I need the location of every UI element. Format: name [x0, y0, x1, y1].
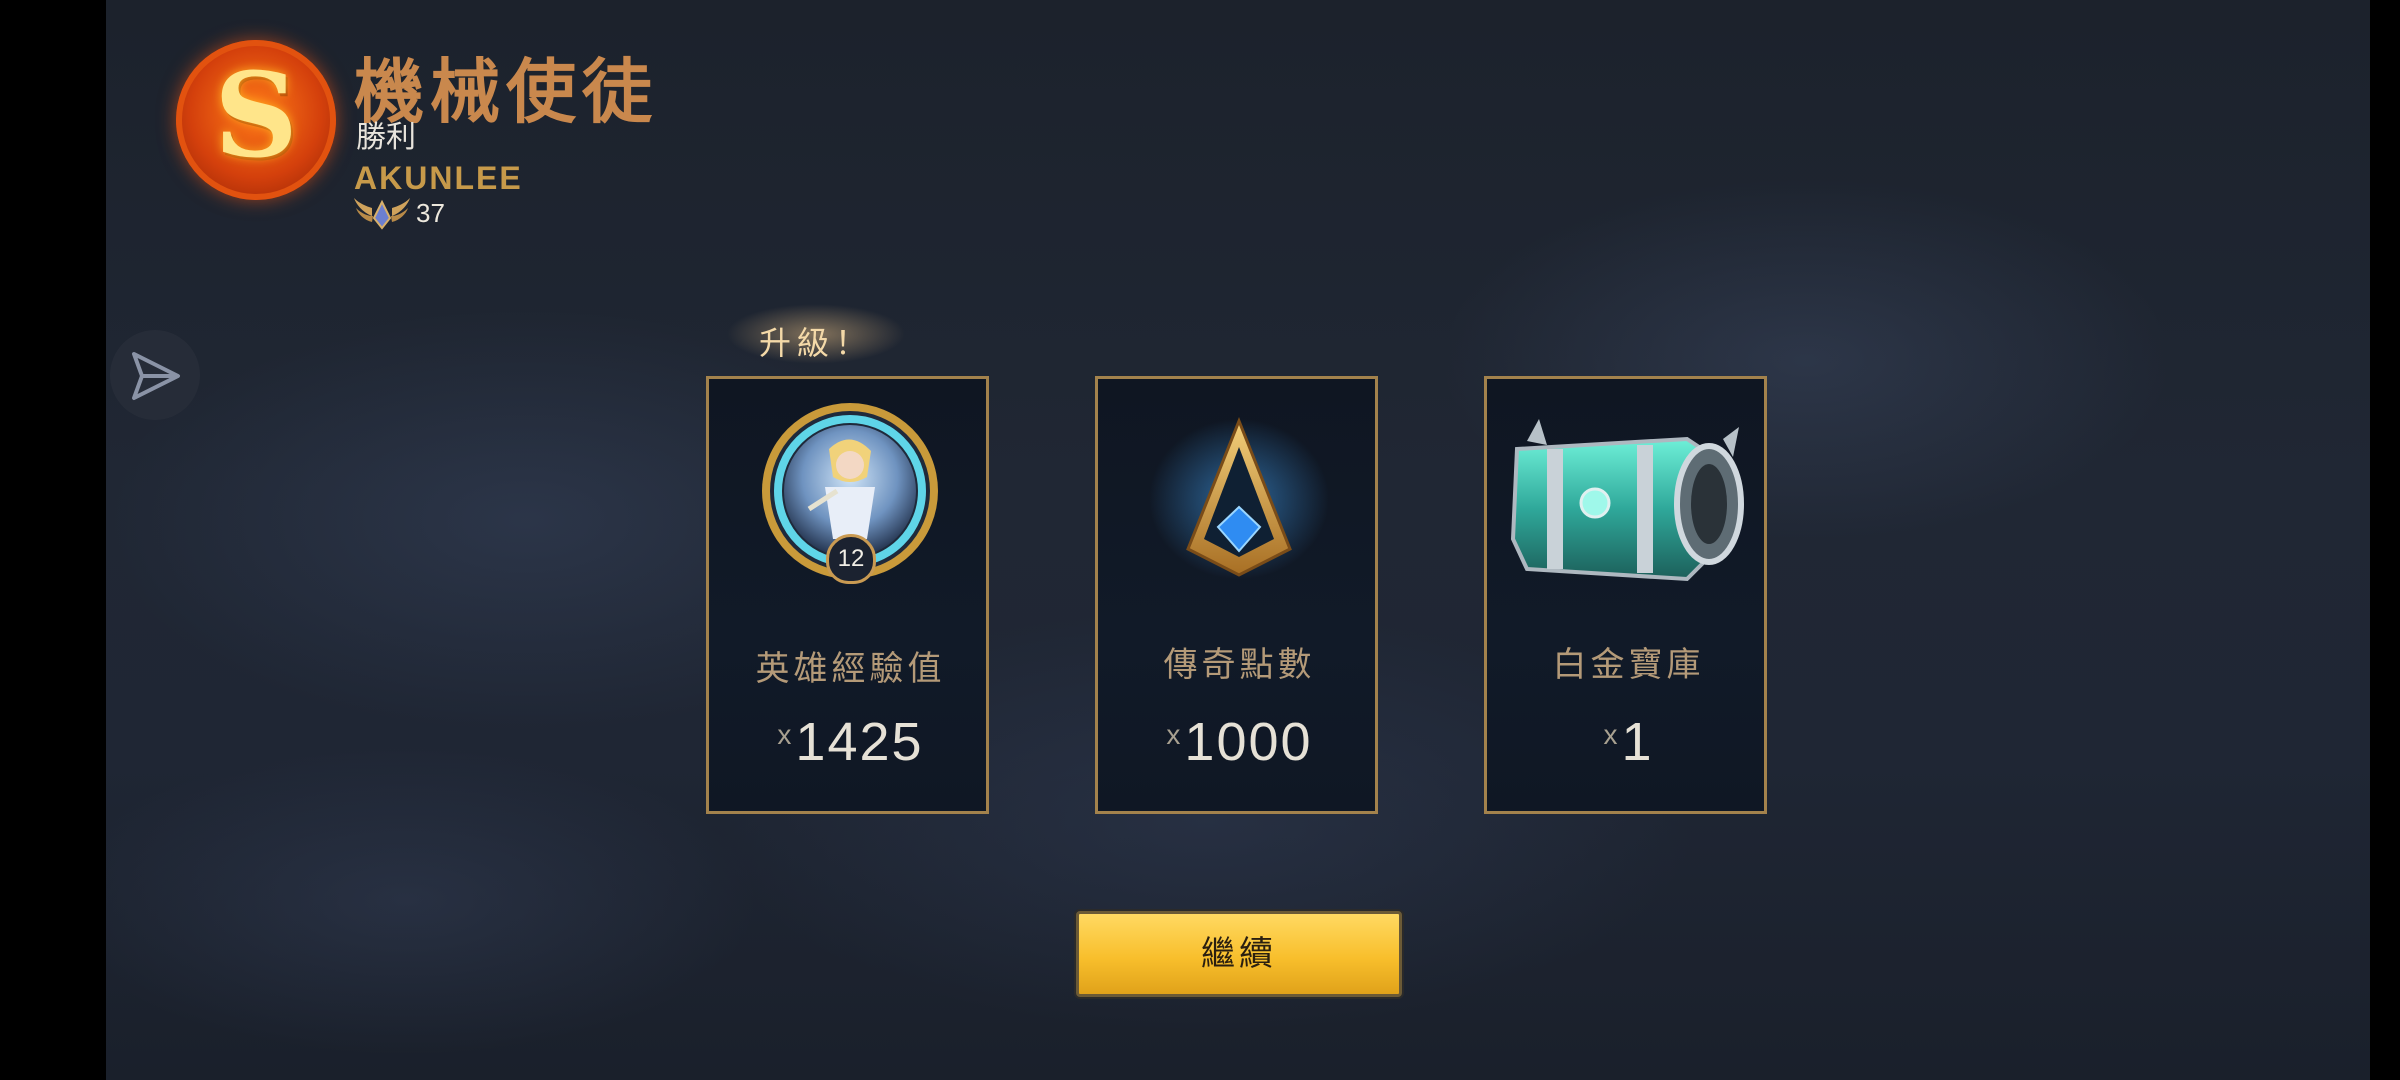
quantity-value: 1 [1621, 712, 1654, 772]
quantity-prefix: x [1166, 719, 1181, 750]
reward-card-legend-points: 傳奇點數 x1000 [1095, 376, 1378, 814]
quantity-value: 1425 [795, 712, 924, 772]
legend-points-icon [1149, 416, 1329, 579]
account-level: 37 [416, 198, 445, 228]
champion-level-badge: 12 [826, 534, 876, 584]
grade-letter: S [214, 48, 298, 184]
share-button[interactable] [110, 330, 200, 420]
quantity-prefix: x [777, 719, 792, 750]
left-letterbox [0, 0, 106, 1080]
send-icon [132, 352, 180, 400]
match-result: 勝利 [356, 120, 416, 155]
reward-quantity: x1425 [709, 711, 992, 773]
right-letterbox [2370, 0, 2400, 1080]
reward-label: 傳奇點數 [1163, 645, 1316, 685]
reward-label: 英雄經驗值 [755, 649, 946, 689]
post-game-screen: S 機械使徒 勝利 AKUNLEE 37 升級！ 12 英雄經驗值 x1425 … [106, 0, 2370, 1080]
continue-button[interactable]: 繼續 [1076, 911, 1402, 997]
quantity-value: 1000 [1184, 712, 1313, 772]
level-up-label: 升級！ [758, 324, 873, 362]
rank-wings-icon [354, 198, 410, 230]
reward-card-champion-xp: 12 英雄經驗值 x1425 [706, 376, 989, 814]
reward-quantity: x1000 [1098, 711, 1381, 773]
grade-badge: S [176, 40, 336, 200]
quantity-prefix: x [1603, 719, 1618, 750]
platinum-vault-chest-icon [1510, 419, 1744, 582]
player-name: AKUNLEE [354, 160, 523, 196]
reward-card-platinum-vault: 白金寶庫 x1 [1484, 376, 1767, 814]
reward-label: 白金寶庫 [1552, 645, 1705, 685]
reward-quantity: x1 [1487, 711, 1770, 773]
